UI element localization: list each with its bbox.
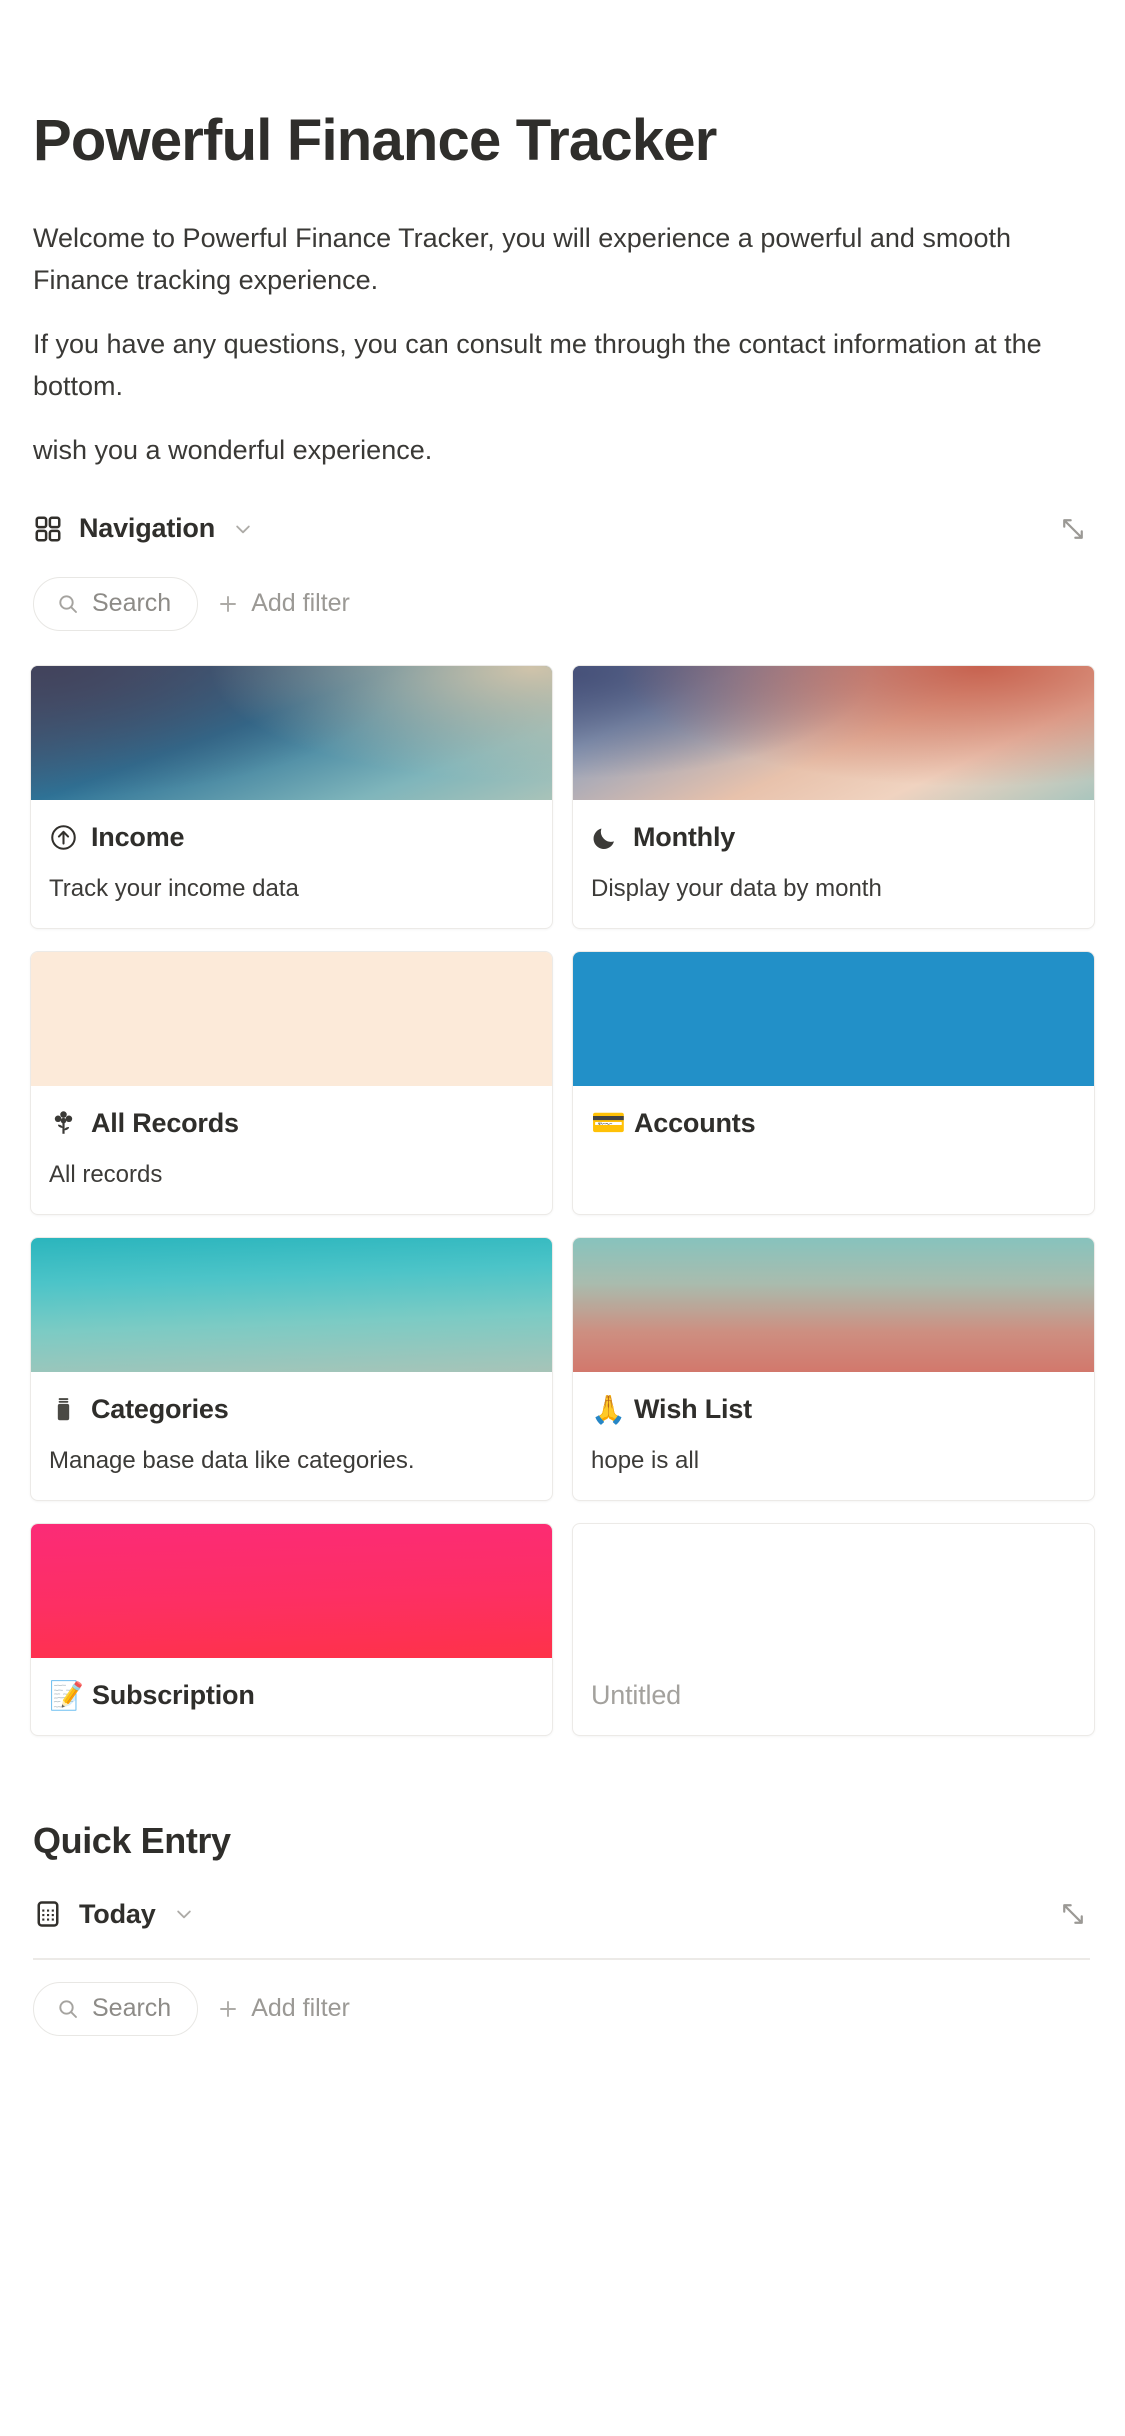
card-title: Subscription [92, 1680, 255, 1711]
quick-entry-divider [33, 1958, 1090, 1960]
card-cover [31, 1238, 552, 1373]
card-title: Income [91, 821, 185, 852]
search-input[interactable]: Search [33, 576, 199, 631]
card-description: All records [49, 1160, 163, 1188]
card-description: Track your income data [49, 874, 299, 902]
gallery-grid-icon [35, 516, 61, 542]
blossom-flower-icon [54, 1111, 73, 1134]
card-body: Untitled [573, 1656, 1094, 1735]
crescent-moon-icon [593, 828, 614, 849]
add-filter-button[interactable]: Add filter [216, 589, 350, 618]
card-title: All Records [91, 1107, 239, 1138]
chevron-down-icon [176, 1910, 191, 1919]
card-cover [573, 1238, 1094, 1373]
arrow-up-circle-icon [51, 824, 76, 850]
credit-card-icon: 💳 [591, 1107, 626, 1139]
chevron-down-icon [236, 525, 250, 533]
navigation-expand-button[interactable] [1056, 512, 1090, 546]
gallery-card-categories[interactable]: Categories Manage base data like categor… [30, 1237, 553, 1502]
quick-entry-view-selector[interactable]: Today [33, 1899, 194, 1930]
gallery-card-income[interactable]: Income Track your income data [30, 664, 553, 929]
add-filter-label: Add filter [251, 589, 350, 618]
expand-diagonal-icon [1063, 518, 1083, 539]
page-title: Powerful Finance Tracker [33, 108, 717, 173]
quick-entry-section: Quick Entry Today Search Add filter [30, 1820, 1095, 2036]
card-title: Monthly [633, 821, 736, 852]
intro-paragraph: Welcome to Powerful Finance Tracker, you… [33, 222, 1011, 295]
card-body: Categories Manage base data like categor… [31, 1372, 552, 1500]
card-title: Untitled [591, 1680, 681, 1711]
card-title-row: Monthly [591, 822, 1076, 853]
card-body: 📝 Subscription [31, 1658, 552, 1735]
intro-paragraph: wish you a wonderful experience. [33, 434, 433, 465]
search-icon [59, 595, 77, 613]
gallery-card-wish-list[interactable]: 🙏 Wish List hope is all [572, 1237, 1095, 1502]
navigation-gallery: Income Track your income data Monthly Di… [30, 664, 1095, 1737]
card-cover [31, 665, 552, 800]
spiral-notepad-icon: 📝 [49, 1679, 84, 1711]
card-description: Manage base data like categories. [49, 1447, 415, 1475]
card-body: All Records All records [31, 1086, 552, 1214]
card-title-row: All Records [49, 1108, 534, 1139]
card-title-row: Income [49, 822, 534, 853]
quick-entry-view-name: Today [79, 1898, 156, 1929]
card-cover [573, 665, 1094, 800]
card-cover [31, 1524, 552, 1659]
expand-diagonal-icon [1063, 1904, 1083, 1925]
calendar-table-icon [37, 1901, 59, 1927]
navigation-view-header: Navigation [33, 505, 1095, 553]
intro-paragraph: If you have any questions, you can consu… [33, 328, 1042, 401]
jar-icon [57, 1398, 70, 1421]
notion-page: Powerful Finance Tracker Welcome to Powe… [0, 108, 1125, 2436]
gallery-card-accounts[interactable]: 💳 Accounts [572, 950, 1095, 1216]
card-title-row: Untitled [591, 1680, 1076, 1711]
add-filter-label: Add filter [251, 1994, 350, 2023]
quick-entry-view-header: Today [33, 1890, 1095, 1938]
card-cover [573, 951, 1094, 1086]
card-title: Categories [91, 1394, 229, 1425]
gallery-card-untitled[interactable]: Untitled [572, 1523, 1095, 1737]
search-label: Search [92, 1994, 172, 2023]
quick-entry-title: Quick Entry [33, 1820, 231, 1862]
card-title-row: 🙏 Wish List [591, 1394, 1076, 1425]
gallery-card-monthly[interactable]: Monthly Display your data by month [572, 664, 1095, 929]
intro-block: Welcome to Powerful Finance Tracker, you… [33, 217, 1095, 471]
card-body: Monthly Display your data by month [573, 800, 1094, 928]
search-label: Search [92, 589, 172, 618]
card-title: Wish List [634, 1394, 752, 1425]
card-body: 💳 Accounts [573, 1086, 1094, 1163]
card-title-row: 💳 Accounts [591, 1108, 1076, 1139]
card-description: hope is all [591, 1447, 700, 1475]
quick-entry-filter-bar: Search Add filter [33, 1981, 1095, 2036]
plus-icon [220, 2000, 237, 2017]
navigation-filter-bar: Search Add filter [33, 576, 1095, 631]
add-filter-button[interactable]: Add filter [216, 1994, 350, 2023]
gallery-card-all-records[interactable]: All Records All records [30, 950, 553, 1216]
folded-hands-icon: 🙏 [591, 1393, 626, 1425]
card-title-row: 📝 Subscription [49, 1680, 534, 1711]
gallery-card-subscription[interactable]: 📝 Subscription [30, 1523, 553, 1737]
card-title: Accounts [634, 1107, 756, 1138]
navigation-view-name: Navigation [79, 513, 216, 544]
navigation-view-selector[interactable]: Navigation [33, 513, 253, 544]
plus-icon [220, 595, 237, 612]
search-icon [59, 2000, 77, 2018]
card-body: Income Track your income data [31, 800, 552, 928]
card-body: 🙏 Wish List hope is all [573, 1372, 1094, 1500]
card-description: Display your data by month [591, 874, 882, 902]
card-title-row: Categories [49, 1394, 534, 1425]
quick-entry-expand-button[interactable] [1056, 1897, 1090, 1931]
search-input[interactable]: Search [33, 1981, 199, 2036]
card-cover [31, 951, 552, 1086]
